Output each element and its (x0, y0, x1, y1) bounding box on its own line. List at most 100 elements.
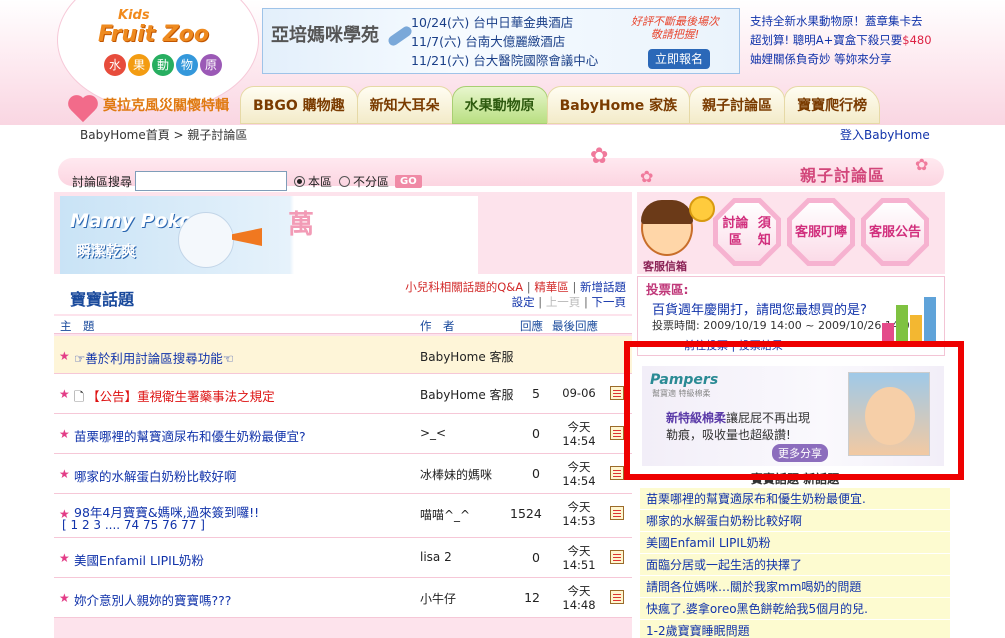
topic-title-link[interactable]: 美國Enfamil LIPIL奶粉 (74, 550, 204, 569)
topic-replies: 12 (524, 590, 540, 605)
last-reply-day: 今天 (567, 420, 591, 434)
hot-topic-link[interactable]: 快瘋了.婆拿oreo黑色餅乾給我5個月的兒. (646, 602, 868, 616)
poll-label: 投票區: (646, 282, 689, 297)
topic-title-link[interactable]: 苗栗哪裡的幫寶適尿布和優生奶粉最便宜? (74, 426, 306, 445)
star-icon: ★ (59, 349, 70, 363)
topic-header: 寶寶話題 小兒科相關話題的Q&A | 精華區 | 新增話題 設定 | 上一頁 |… (54, 274, 632, 314)
nav-tab[interactable]: BabyHome 家族 (546, 86, 691, 124)
radio-all-label: 不分區 (353, 174, 390, 189)
settings-link[interactable]: 設定 (512, 295, 535, 309)
nav-tab[interactable]: 寶寶爬行榜 (784, 86, 881, 124)
topic-title-text: 美國Enfamil LIPIL奶粉 (74, 553, 204, 568)
topic-last-reply: 今天 14:51 (559, 544, 599, 572)
topic-row: ★ 美國Enfamil LIPIL奶粉 lisa 2 0 今天 14:51 (54, 538, 632, 578)
notepad-icon[interactable] (610, 466, 624, 480)
next-page-link[interactable]: 下一頁 (592, 295, 627, 309)
notepad-icon[interactable] (610, 506, 624, 520)
pampers-more-button[interactable]: 更多分享 (772, 444, 828, 462)
service-mailbox-link[interactable]: 客服信箱 (643, 258, 687, 274)
ad-event: 11/7(六) 台南大億麗緻酒店 (411, 34, 566, 49)
new-topic-link[interactable]: 新增話題 (580, 280, 626, 294)
hot-topic-link[interactable]: 哪家的水解蛋白奶粉比較好啊 (646, 514, 802, 528)
featured-link[interactable]: 精華區 (534, 280, 569, 294)
notepad-icon[interactable] (610, 426, 624, 440)
site-logo[interactable]: Kids Fruit Zoo 水果動物原 (90, 4, 230, 82)
nav-tab[interactable]: 親子討論區 (689, 86, 786, 124)
hot-topic-link[interactable]: 請問各位媽咪…關於我家mm喝奶的問題 (646, 580, 861, 594)
service-button[interactable]: 客服 公告 (861, 198, 929, 266)
last-reply-day: 今天 (567, 544, 591, 558)
col-last: 最後回應 (552, 319, 598, 333)
top-news-link[interactable]: 妯娌關係負奇妙 等妳來分享 (750, 52, 892, 66)
last-reply-day: 今天 (567, 584, 591, 598)
topic-title-link[interactable]: 🗋 【公告】重視衛生署藥事法之規定 (74, 386, 275, 409)
hot-topic-link[interactable]: 苗栗哪裡的幫寶適尿布和優生奶粉最便宜. (646, 492, 866, 506)
forum-search: 討論區搜尋 本區 不分區 GO (72, 171, 422, 191)
signup-button[interactable]: 立即報名 (648, 49, 710, 69)
qa-link[interactable]: 小兒科相關話題的Q&A (405, 280, 523, 294)
logo-chinese: 水果動物原 (104, 54, 222, 76)
last-reply-time: 14:54 (562, 474, 596, 488)
nav-tab[interactable]: 莫拉克風災關懷特輯 (103, 86, 241, 124)
poll-question[interactable]: 百貨週年慶開打，請問您最想買的是? (652, 299, 867, 318)
top-news-link[interactable]: 超划算! 聰明A+寶盒下殺只要 (750, 33, 902, 47)
pampers-logo: Pampers (650, 372, 719, 388)
poll-links[interactable]: 前往投票 | 投票結果 (684, 337, 783, 353)
topic-last-reply: 今天 14:53 (559, 500, 599, 528)
topic-title-link[interactable]: 妳介意別人親妳的寶寶嗎??? (74, 590, 231, 609)
nav-tab[interactable]: 水果動物原 (451, 86, 548, 124)
nav-tab[interactable]: 新知大耳朵 (356, 86, 453, 124)
hot-topic-link[interactable]: 美國Enfamil LIPIL奶粉 (646, 536, 771, 550)
topic-title-text: 苗栗哪裡的幫寶適尿布和優生奶粉最便宜? (74, 429, 306, 444)
hot-topic-item: 快瘋了.婆拿oreo黑色餅乾給我5個月的兒. (640, 598, 950, 620)
flower-icon: ✿ (590, 144, 609, 169)
mamypoko-ad[interactable]: Mamy Poko 瞬潔乾爽 萬 (60, 196, 478, 274)
search-input[interactable] (135, 171, 288, 191)
hot-topic-link[interactable]: 1-2歲寶寶睡眠問題 (646, 624, 750, 638)
heart-icon (66, 94, 102, 124)
topic-title: 寶寶話題 (70, 290, 135, 309)
search-go-button[interactable]: GO (395, 174, 422, 188)
star-icon: ★ (59, 551, 70, 565)
service-line: 叮嚀 (821, 224, 848, 240)
logo-text: Fruit Zoo (98, 22, 210, 47)
section-title: 親子討論區 (800, 166, 886, 185)
topic-title-link[interactable]: 哪家的水解蛋白奶粉比較好啊 (74, 466, 237, 485)
nav-tab[interactable]: BBGO 購物趣 (240, 86, 358, 124)
mamy-logo: Mamy Poko (70, 210, 193, 232)
breadcrumb[interactable]: BabyHome首頁 > 親子討論區 (80, 126, 247, 143)
topic-author: BabyHome 客服 (420, 350, 514, 364)
top-news-link[interactable]: 支持全新水果動物原！蓋章集卡去 (750, 14, 923, 28)
notepad-icon[interactable] (610, 550, 624, 564)
service-line: 公告 (895, 224, 922, 240)
service-button[interactable]: 討論區 須知 (713, 198, 781, 266)
topic-panel: Mamy Poko 瞬潔乾爽 萬 寶寶話題 小兒科相關話題的Q&A | 精華區 … (54, 192, 632, 638)
abbott-banner-ad[interactable]: 亞培媽咪學苑 10/24(六) 台中日華金典酒店 11/7(六) 台南大億麗緻酒店… (262, 8, 740, 74)
hot-topic-item: 面臨分居或一起生活的抉擇了 (640, 554, 950, 576)
last-reply-time: 14:51 (562, 558, 596, 572)
topic-last-reply: 今天 14:54 (559, 420, 599, 448)
radio-this-label: 本區 (308, 174, 333, 189)
hot-topic-link[interactable]: 面臨分居或一起生活的抉擇了 (646, 558, 802, 572)
topic-author: 喵喵^_^ (420, 508, 471, 522)
hot-topic-item: 美國Enfamil LIPIL奶粉 (640, 532, 950, 554)
topic-page-links[interactable]: [ 1 2 3 .... 74 75 76 77 ] (62, 518, 205, 532)
hot-topic-item: 哪家的水解蛋白奶粉比較好啊 (640, 510, 950, 532)
flower-icon: ✿ (640, 167, 654, 186)
hot-topics: 寶寶話題 新話題 苗栗哪裡的幫寶適尿布和優生奶粉最便宜. 哪家的水解蛋白奶粉比較好… (640, 470, 950, 638)
pampers-tag: 幫寶適 特級棉柔 (652, 389, 711, 398)
topic-last-reply: 09-06 (559, 386, 599, 400)
radio-all-sections[interactable] (339, 175, 351, 187)
topic-title-link[interactable]: ☞善於利用討論區搜尋功能☜ (74, 348, 234, 367)
pampers-ad[interactable]: Pampers 幫寶適 特級棉柔 新特級棉柔讓屁屁不再出現 勒痕，吸收量也超級讚… (642, 366, 944, 466)
notepad-icon[interactable] (610, 590, 624, 604)
hot-topic-item: 請問各位媽咪…關於我家mm喝奶的問題 (640, 576, 950, 598)
notepad-icon[interactable] (610, 386, 624, 400)
topic-replies: 1524 (510, 506, 542, 521)
login-link[interactable]: 登入BabyHome (840, 126, 930, 143)
service-button[interactable]: 客服 叮嚀 (787, 198, 855, 266)
ad-event: 10/24(六) 台中日華金典酒店 (411, 15, 574, 30)
top-news-item: 超划算! 聰明A+寶盒下殺只要$480 (750, 31, 950, 50)
radio-this-section[interactable] (294, 175, 306, 187)
logo-char: 水 (104, 54, 126, 76)
